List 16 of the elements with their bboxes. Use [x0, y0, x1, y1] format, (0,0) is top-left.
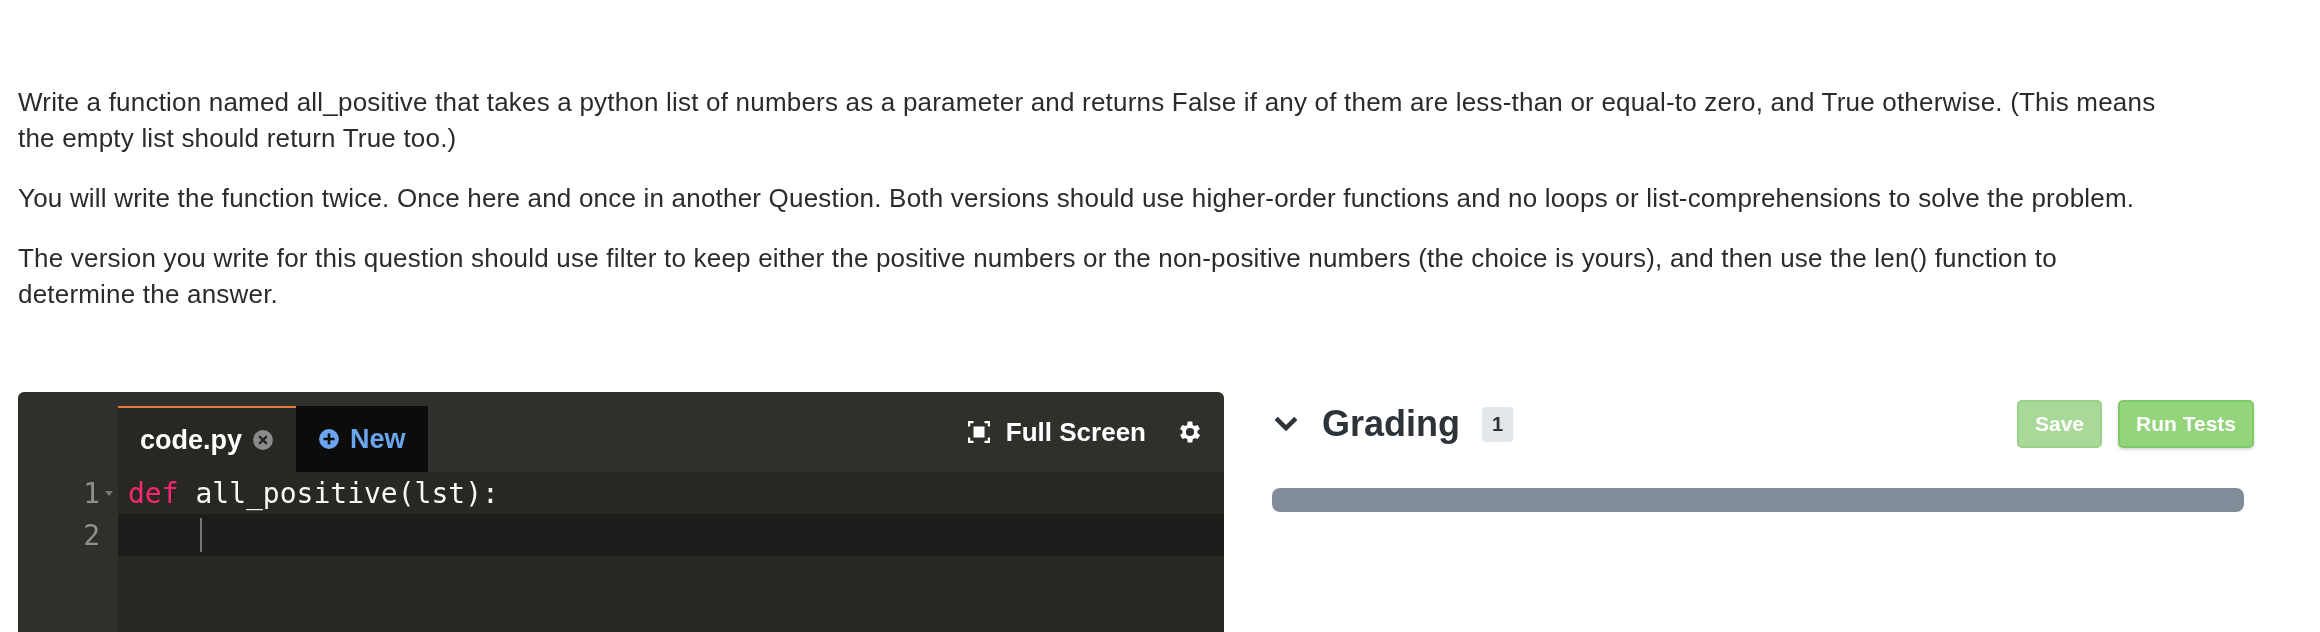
- plus-circle-icon: [318, 428, 341, 450]
- instruction-paragraph: Write a function named all_positive that takes a python list of numbers as a parameter and returns False if any of them are less-than or equal-to zero, and True otherwise. (This means the empty list should return True too.): [18, 86, 2157, 155]
- code-line: def all_positive(lst):: [128, 476, 499, 510]
- instruction-paragraph: You will write the function twice. Once here and once in another Question. Both versions should use higher-order functions and no loops or list-comprehensions to solve the problem.: [18, 182, 2136, 215]
- file-tab[interactable]: New: [296, 406, 428, 472]
- fold-caret-icon[interactable]: [104, 488, 114, 498]
- grading-title: Grading: [1322, 403, 1460, 445]
- count-badge: 1: [1482, 406, 1514, 442]
- close-icon[interactable]: [252, 429, 275, 451]
- instruction-paragraph: The version you write for this question should use filter to keep either the positive numbers or the non-positive numbers (the choice is yours), and then use the len() function to determine the answer.: [18, 242, 2058, 311]
- text-cursor: [200, 518, 202, 552]
- full-screen-button[interactable]: Full Screen: [967, 416, 1146, 448]
- line-number: 1: [83, 476, 100, 510]
- expand-icon: [967, 421, 990, 443]
- file-tab[interactable]: code.py: [118, 406, 297, 472]
- line-number: 2: [83, 518, 100, 552]
